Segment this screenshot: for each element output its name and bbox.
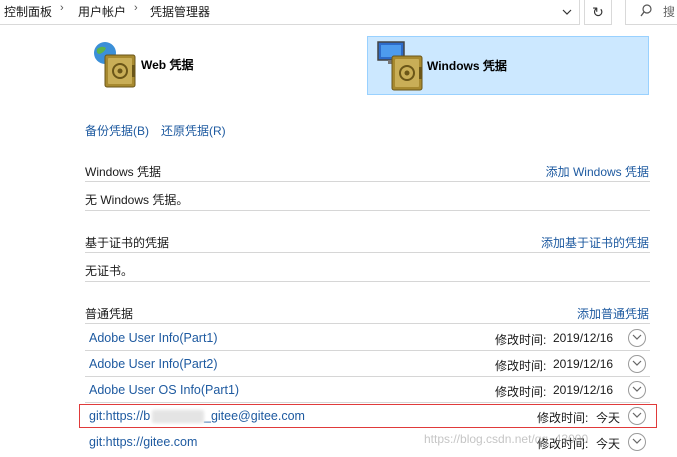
modified-label: 修改时间: [495,385,547,399]
credential-row[interactable]: Adobe User Info(Part1) 修改时间: 2019/12/16 [85,326,650,352]
credential-row[interactable]: Adobe User OS Info(Part1) 修改时间: 2019/12/… [85,378,650,404]
breadcrumb-separator-icon[interactable]: › [134,2,138,14]
refresh-button[interactable]: ↻ [584,0,612,25]
refresh-icon: ↻ [592,3,604,20]
credential-name[interactable]: git:https://gitee.com [89,435,197,449]
credential-name[interactable]: Adobe User Info(Part1) [89,331,218,345]
watermark: https://blog.csdn.net/qq_43000 [424,432,589,446]
tab-web-credentials[interactable]: Web 凭据 [86,36,266,94]
search-input[interactable]: 搜 [625,0,677,25]
divider [85,350,650,351]
add-certificate-credential-link[interactable]: 添加基于证书的凭据 [541,234,649,251]
divider [85,181,650,182]
modified-date: 2019/12/16 [553,331,614,345]
credential-row[interactable]: Adobe User Info(Part2) 修改时间: 2019/12/16 [85,352,650,378]
modified-date: 2019/12/16 [553,383,614,397]
breadcrumb-control-panel[interactable]: 控制面板 [4,3,52,20]
tab-windows-credentials[interactable]: Windows 凭据 [367,36,649,95]
modified-date: 今天 [596,437,621,451]
windows-credentials-heading: Windows 凭据 [85,165,162,179]
generic-credentials-heading: 普通凭据 [85,307,134,321]
add-generic-credential-link[interactable]: 添加普通凭据 [577,305,649,322]
address-bar: 控制面板 › 用户帐户 › 凭据管理器 ↻ 搜 [0,0,677,26]
search-placeholder: 搜 [663,5,676,19]
web-credential-icon [94,42,136,88]
add-windows-credential-link[interactable]: 添加 Windows 凭据 [546,163,649,180]
breadcrumb-user-accounts[interactable]: 用户帐户 [78,3,126,20]
credential-name[interactable]: Adobe User OS Info(Part1) [89,383,239,397]
divider [85,376,650,377]
modified-date: 2019/12/16 [553,357,614,371]
breadcrumb-credential-manager[interactable]: 凭据管理器 [150,3,210,20]
divider [85,402,650,403]
expand-chevron-icon[interactable] [628,381,646,399]
divider [85,210,650,211]
certificate-credentials-heading: 基于证书的凭据 [85,236,170,250]
breadcrumb-separator-icon[interactable]: › [60,2,64,14]
search-icon [640,4,652,20]
restore-credentials-link[interactable]: 还原凭据(R) [161,122,226,139]
divider [85,252,650,253]
expand-chevron-icon[interactable] [628,329,646,347]
credential-name[interactable]: Adobe User Info(Part2) [89,357,218,371]
modified-label: 修改时间: [495,359,547,373]
backup-credentials-link[interactable]: 备份凭据(B) [85,122,149,139]
windows-credentials-empty: 无 Windows 凭据。 [85,193,189,207]
expand-chevron-icon[interactable] [628,355,646,373]
certificate-credentials-empty: 无证书。 [85,264,134,278]
expand-chevron-icon[interactable] [628,433,646,451]
windows-credential-icon [377,41,423,91]
tab-web-label: Web 凭据 [141,58,194,72]
tab-windows-label: Windows 凭据 [427,59,507,73]
breadcrumb[interactable]: 控制面板 › 用户帐户 › 凭据管理器 [0,0,580,25]
highlight-box [79,404,657,428]
chevron-down-icon[interactable] [557,2,577,22]
divider [85,281,650,282]
divider [85,323,650,324]
modified-label: 修改时间: [495,333,547,347]
